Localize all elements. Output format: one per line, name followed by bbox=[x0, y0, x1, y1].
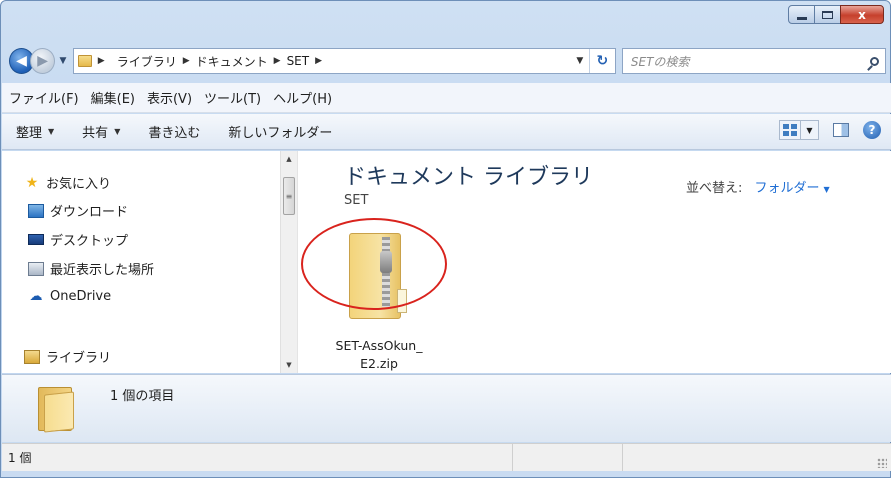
nav-label: お気に入り bbox=[46, 177, 112, 192]
breadcrumb-libraries[interactable]: ライブラリ bbox=[117, 53, 177, 70]
nav-item-libraries[interactable]: ライブラリ bbox=[24, 347, 111, 366]
close-button[interactable]: x bbox=[840, 5, 884, 24]
recent-pages-dropdown[interactable]: ▼ bbox=[57, 56, 69, 66]
nav-item-onedrive[interactable]: ☁ OneDrive bbox=[28, 289, 112, 304]
star-icon: ★ bbox=[25, 174, 39, 191]
breadcrumb-label: ライブラリ bbox=[116, 54, 177, 69]
address-bar[interactable]: ▶ ライブラリ ▶ ドキュメント ▶ SET ▶ ▼ ↻ bbox=[72, 48, 616, 74]
menu-bar: ファイル(F) 編集(E) 表示(V) ツール(T) ヘルプ(H) bbox=[2, 83, 891, 113]
organize-label: 整理 bbox=[16, 126, 43, 141]
download-folder-icon bbox=[28, 203, 44, 218]
navigation-row: ◀ ▶ ▼ ▶ ライブラリ ▶ ドキュメント ▶ SET ▶ ▼ ↻ SETの検 bbox=[9, 47, 887, 75]
address-history-dropdown[interactable]: ▼ bbox=[571, 56, 589, 66]
help-icon[interactable]: ? bbox=[863, 121, 881, 139]
close-icon: x bbox=[858, 7, 866, 22]
caption-buttons: x bbox=[788, 5, 884, 24]
refresh-button[interactable]: ↻ bbox=[588, 49, 615, 73]
status-cell bbox=[512, 444, 622, 471]
recent-places-icon bbox=[28, 261, 44, 276]
breadcrumb-root[interactable]: ▶ bbox=[98, 56, 111, 66]
new-folder-button[interactable]: 新しいフォルダー bbox=[228, 122, 332, 141]
menu-file[interactable]: ファイル(F) bbox=[9, 88, 79, 107]
share-button[interactable]: 共有 ▼ bbox=[82, 122, 120, 141]
command-bar: 整理 ▼ 共有 ▼ 書き込む 新しいフォルダー ▼ ? bbox=[2, 114, 891, 150]
explorer-window: x ◀ ▶ ▼ ▶ ライブラリ ▶ ドキュメント ▶ SET ▶ ▼ ↻ SET… bbox=[0, 0, 891, 478]
breadcrumb-documents[interactable]: ▶ ドキュメント bbox=[183, 53, 268, 70]
chevron-down-icon: ▼ bbox=[114, 127, 121, 136]
minimize-button[interactable] bbox=[788, 5, 815, 24]
search-placeholder: SETの検索 bbox=[630, 54, 690, 69]
nav-item-downloads[interactable]: ダウンロード bbox=[28, 201, 128, 220]
red-highlight-circle bbox=[301, 218, 447, 310]
breadcrumb-label: ドキュメント bbox=[195, 54, 268, 69]
nav-label: ダウンロード bbox=[50, 205, 129, 220]
nav-label: デスクトップ bbox=[50, 234, 129, 249]
burn-label: 書き込む bbox=[148, 126, 201, 141]
minimize-icon bbox=[796, 16, 807, 20]
onedrive-cloud-icon: ☁ bbox=[29, 289, 43, 304]
maximize-button[interactable] bbox=[814, 5, 841, 24]
arrange-by: 並べ替え: フォルダー ▼ bbox=[686, 177, 830, 196]
nav-item-desktop[interactable]: デスクトップ bbox=[28, 230, 128, 249]
menu-view[interactable]: 表示(V) bbox=[147, 88, 192, 107]
maximize-icon bbox=[822, 10, 833, 19]
file-list-area[interactable]: ドキュメント ライブラリ SET 並べ替え: フォルダー ▼ SET-AssOku… bbox=[298, 151, 891, 373]
breadcrumb-label: SET bbox=[286, 54, 310, 68]
chevron-down-icon: ▼ bbox=[48, 127, 55, 136]
scroll-thumb[interactable]: ≡ bbox=[283, 177, 295, 215]
preview-pane-icon[interactable] bbox=[833, 123, 849, 137]
new-folder-label: 新しいフォルダー bbox=[228, 126, 333, 141]
scroll-down-arrow[interactable]: ▼ bbox=[281, 357, 297, 373]
burn-button[interactable]: 書き込む bbox=[148, 122, 200, 141]
navigation-pane: ★ お気に入り ダウンロード デスクトップ 最近表示した場所 ☁ OneDriv… bbox=[2, 151, 298, 373]
nav-label: OneDrive bbox=[50, 289, 112, 304]
menu-help[interactable]: ヘルプ(H) bbox=[273, 88, 332, 107]
arrange-value: フォルダー bbox=[754, 181, 820, 196]
library-icon bbox=[24, 349, 40, 364]
nav-label: 最近表示した場所 bbox=[50, 263, 155, 278]
search-icon[interactable] bbox=[863, 56, 885, 66]
menu-edit[interactable]: 編集(E) bbox=[91, 88, 135, 107]
folder-icon bbox=[77, 55, 92, 67]
folder-icon bbox=[38, 383, 78, 433]
arrange-label: 並べ替え: bbox=[686, 181, 743, 196]
organize-button[interactable]: 整理 ▼ bbox=[16, 122, 54, 141]
scroll-up-arrow[interactable]: ▲ bbox=[281, 151, 297, 167]
desktop-icon bbox=[28, 234, 44, 245]
view-options-dropdown[interactable]: ▼ bbox=[801, 120, 819, 140]
main-area: ★ お気に入り ダウンロード デスクトップ 最近表示した場所 ☁ OneDriv… bbox=[2, 151, 891, 373]
nav-scrollbar[interactable]: ▲ ≡ ▼ bbox=[280, 151, 297, 373]
library-subtitle: SET bbox=[344, 193, 369, 208]
status-cell bbox=[622, 444, 852, 471]
forward-button[interactable]: ▶ bbox=[30, 48, 56, 74]
change-view-button[interactable] bbox=[779, 120, 801, 140]
nav-label: ライブラリ bbox=[46, 351, 112, 366]
file-name: SET-AssOkun_E2.zip bbox=[335, 338, 423, 371]
arrange-by-dropdown[interactable]: フォルダー ▼ bbox=[755, 181, 830, 196]
nav-item-recent[interactable]: 最近表示した場所 bbox=[28, 259, 154, 278]
resize-grip[interactable] bbox=[877, 458, 887, 468]
library-title: ドキュメント ライブラリ bbox=[344, 165, 593, 190]
search-box[interactable]: SETの検索 bbox=[621, 48, 887, 74]
status-text: 1 個 bbox=[8, 451, 32, 465]
status-bar: 1 個 bbox=[2, 443, 891, 471]
breadcrumb-set[interactable]: ▶ SET bbox=[274, 54, 309, 68]
details-pane: 1 個の項目 bbox=[2, 374, 891, 442]
item-count: 1 個の項目 bbox=[110, 389, 175, 404]
chevron-down-icon: ▼ bbox=[823, 185, 830, 194]
menu-tools[interactable]: ツール(T) bbox=[204, 88, 261, 107]
share-label: 共有 bbox=[82, 126, 109, 141]
nav-item-favorites[interactable]: ★ お気に入り bbox=[24, 173, 112, 193]
breadcrumb-children[interactable]: ▶ bbox=[315, 56, 328, 66]
